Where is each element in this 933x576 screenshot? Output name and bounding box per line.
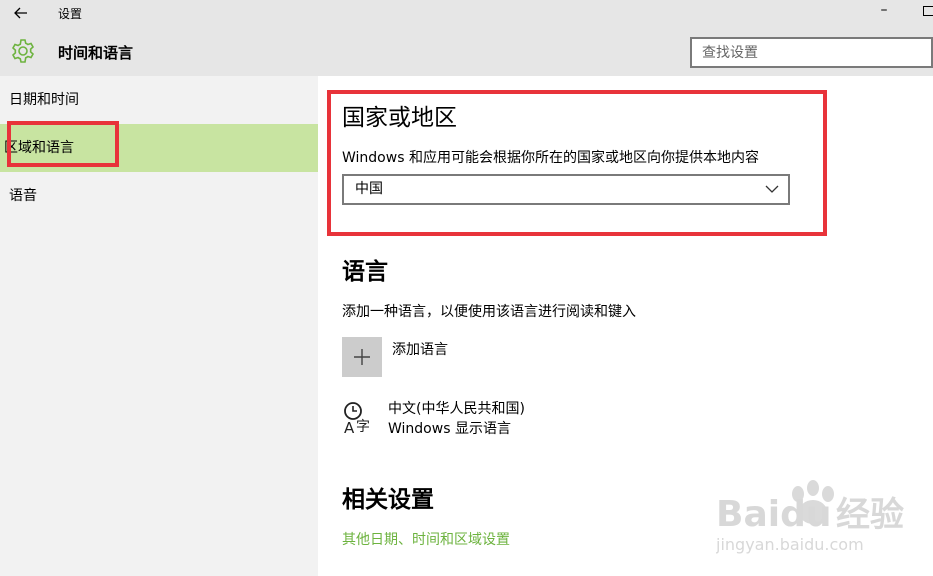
- region-heading: 国家或地区: [342, 105, 457, 131]
- related-settings-heading: 相关设置: [342, 487, 434, 513]
- gear-icon: [11, 39, 35, 63]
- svg-text:A: A: [344, 419, 355, 436]
- watermark-brand: Baidu: [716, 494, 831, 535]
- watermark-url: jingyan.baidu.com: [716, 535, 864, 554]
- language-icon[interactable]: A 字: [342, 400, 378, 436]
- arrow-left-icon: [14, 7, 27, 19]
- baidu-watermark: Baidu 经验 jingyan.baidu.com: [716, 480, 904, 554]
- region-description: Windows 和应用可能会根据你所在的国家或地区向你提供本地内容: [342, 150, 759, 166]
- page-title: 时间和语言: [58, 44, 134, 62]
- svg-text:字: 字: [356, 419, 370, 435]
- search-input[interactable]: [692, 39, 931, 66]
- add-language-label[interactable]: 添加语言: [392, 339, 448, 359]
- title-bar: 设置 –: [0, 0, 933, 26]
- language-entry-subtitle: Windows 显示语言: [388, 421, 511, 437]
- sidebar-item-date-time[interactable]: 日期和时间: [0, 76, 318, 124]
- language-heading: 语言: [342, 259, 388, 285]
- sidebar: 日期和时间 区域和语言 语音: [0, 76, 318, 576]
- watermark-cn: 经验: [836, 495, 904, 535]
- minimize-icon: –: [880, 2, 888, 18]
- sidebar-item-label: 日期和时间: [9, 92, 79, 108]
- window-title: 设置: [58, 7, 83, 21]
- search-box[interactable]: [690, 37, 933, 68]
- related-settings-link[interactable]: 其他日期、时间和区域设置: [342, 529, 510, 549]
- country-dropdown[interactable]: 中国: [342, 174, 790, 205]
- maximize-button[interactable]: [923, 6, 933, 16]
- add-language-button[interactable]: [342, 337, 382, 377]
- annotation-highlight-sidebar: [7, 121, 119, 167]
- page-header: 时间和语言: [0, 26, 933, 76]
- language-description: 添加一种语言，以便使用该语言进行阅读和键入: [342, 304, 636, 320]
- sidebar-item-speech[interactable]: 语音: [0, 172, 318, 220]
- country-selected-value: 中国: [355, 181, 383, 197]
- language-entry-name[interactable]: 中文(中华人民共和国): [388, 398, 525, 418]
- chevron-down-icon: [765, 185, 779, 193]
- back-button[interactable]: [0, 0, 42, 26]
- plus-icon: [354, 349, 370, 365]
- sidebar-item-label: 语音: [9, 188, 37, 204]
- minimize-button[interactable]: –: [877, 1, 891, 21]
